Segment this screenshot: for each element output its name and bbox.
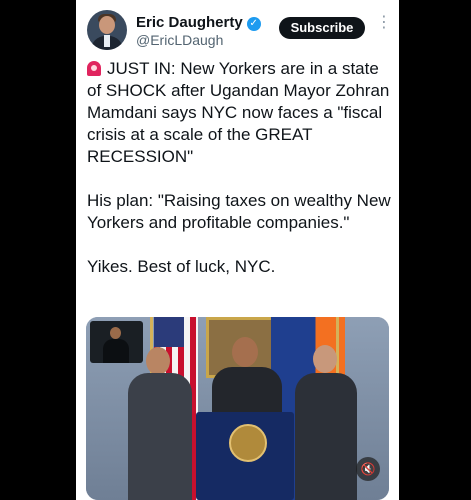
tweet-video[interactable]: 🔇 [86, 317, 389, 500]
interpreter-head [110, 327, 121, 339]
person-head [313, 345, 337, 373]
person-body [128, 373, 192, 500]
author-name-row[interactable]: Eric Daugherty ✓ [136, 14, 261, 31]
sign-language-interpreter-inset [90, 321, 143, 363]
tweet-paragraph: Yikes. Best of luck, NYC. [87, 257, 276, 276]
avatar-face [99, 16, 115, 34]
author-name[interactable]: Eric Daugherty [136, 14, 243, 31]
interpreter-body [103, 339, 129, 363]
verified-badge-icon: ✓ [246, 17, 261, 31]
tweet-card: Eric Daugherty ✓ @EricLDaugh Subscribe ⋮ … [76, 0, 399, 500]
more-options-icon[interactable]: ⋮ [376, 15, 392, 31]
tweet-paragraph: His plan: "Raising taxes on wealthy New … [87, 191, 391, 232]
tweet-paragraph-text: JUST IN: New Yorkers are in a state of S… [87, 59, 390, 166]
person-right [291, 345, 361, 500]
subscribe-button[interactable]: Subscribe [279, 17, 365, 39]
author-handle[interactable]: @EricLDaugh [136, 32, 223, 48]
person-head [146, 347, 170, 375]
podium [196, 412, 294, 500]
person-body [295, 373, 357, 500]
us-flag-canton [154, 317, 184, 347]
tweet-paragraph: JUST IN: New Yorkers are in a state of S… [87, 58, 392, 168]
person-left [126, 347, 196, 500]
avatar[interactable] [87, 10, 127, 50]
nyc-seal-icon [229, 424, 267, 462]
mute-icon[interactable]: 🔇 [356, 457, 380, 481]
siren-icon [87, 61, 101, 76]
avatar-shirt [104, 35, 110, 47]
tweet-text: JUST IN: New Yorkers are in a state of S… [87, 58, 392, 300]
person-head [232, 337, 258, 367]
